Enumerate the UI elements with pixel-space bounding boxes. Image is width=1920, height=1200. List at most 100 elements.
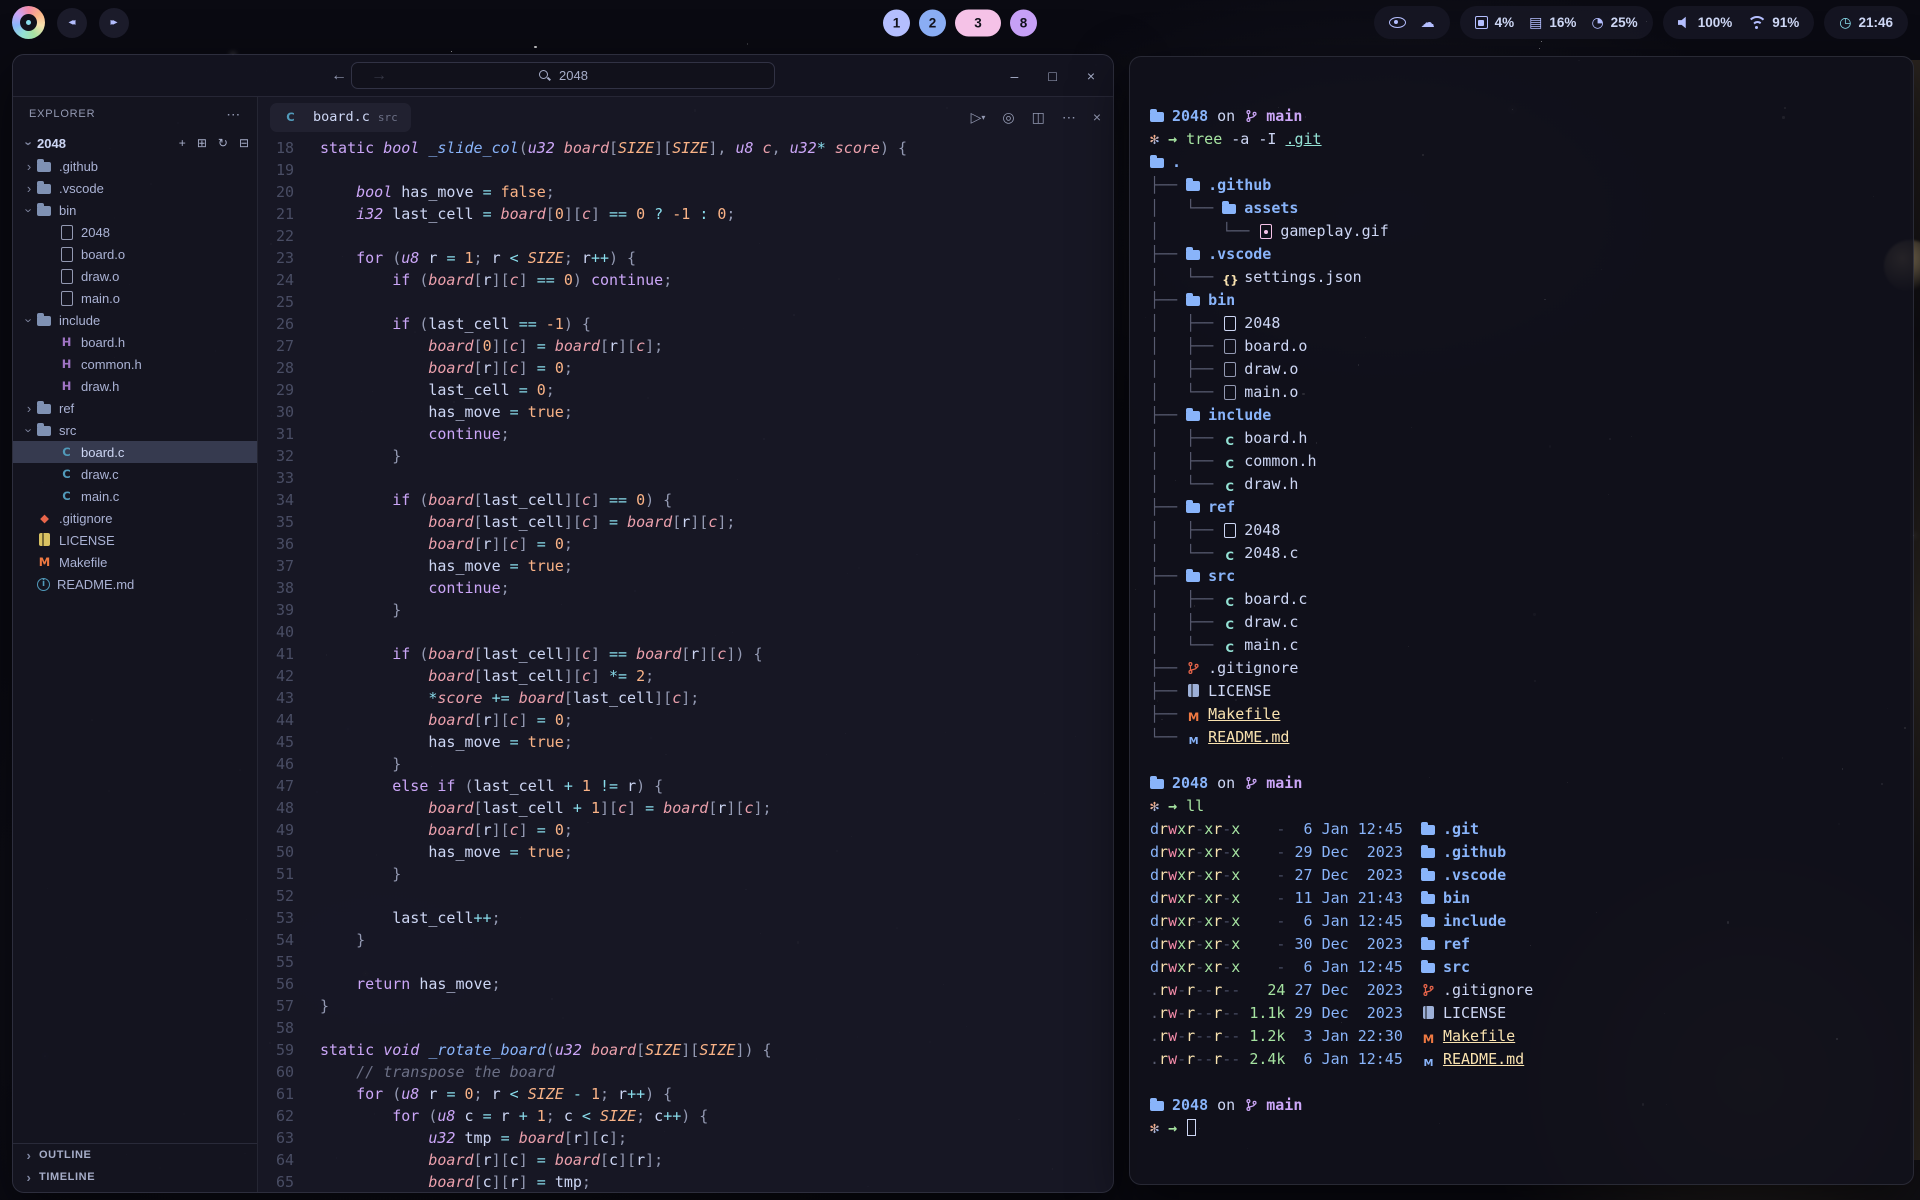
terminal-window[interactable]: 2048 on main✻ → tree -a -I .git.├── .git… <box>1129 56 1914 1185</box>
code-text: u32 tmp = board[r][c]; <box>320 1127 627 1149</box>
maximize-button[interactable]: □ <box>1048 68 1056 84</box>
explorer-item-board.h[interactable]: Hboard.h <box>13 331 257 353</box>
explorer-item-Makefile[interactable]: MMakefile <box>13 551 257 573</box>
explorer-item-main.c[interactable]: Cmain.c <box>13 485 257 507</box>
file-tree: ›.github›.vscode›bin2048board.odraw.omai… <box>13 155 257 1143</box>
wifi-module[interactable]: 91% <box>1747 15 1799 30</box>
explorer-item-label: README.md <box>57 577 134 592</box>
permission-char: - <box>1195 843 1204 861</box>
cpu-module[interactable]: 4% <box>1475 15 1515 30</box>
memory-module[interactable]: ▤ 16% <box>1529 15 1576 31</box>
workspace-pill-2[interactable]: 2 <box>919 9 946 36</box>
tree-connector: │ ├── <box>1150 429 1222 447</box>
code-line: 37 has_move = true; <box>258 555 1113 577</box>
chevron-down-icon: › <box>22 422 37 438</box>
file-date: 6 Jan 12:45 <box>1295 820 1403 838</box>
collapse-all-button[interactable]: ⊟ <box>239 136 249 150</box>
code-token: u8 <box>401 249 428 267</box>
code-token: ; <box>564 821 573 839</box>
code-token: = <box>645 799 663 817</box>
minimize-button[interactable]: – <box>1011 68 1019 84</box>
code-editor[interactable]: 18static bool _slide_col(u32 board[SIZE]… <box>258 137 1113 1192</box>
explorer-item-common.h[interactable]: Hcommon.h <box>13 353 257 375</box>
close-editor-button[interactable]: × <box>1093 109 1101 125</box>
line-number: 48 <box>258 797 320 819</box>
line-number: 56 <box>258 973 320 995</box>
workspace-pill-3[interactable]: 3 <box>955 9 1001 36</box>
permission-char: - <box>1231 1004 1240 1022</box>
vscode-titlebar[interactable]: ← → 2048 – □ × <box>13 55 1113 97</box>
new-file-button[interactable]: + <box>179 136 186 150</box>
clock-module[interactable]: ◷ 21:46 <box>1839 15 1893 31</box>
timeline-section[interactable]: › TIMELINE <box>13 1166 257 1188</box>
code-token: 0 <box>636 205 654 223</box>
explorer-item-draw.c[interactable]: Cdraw.c <box>13 463 257 485</box>
code-line: 25 <box>258 291 1113 313</box>
explorer-item-bin[interactable]: ›bin <box>13 199 257 221</box>
new-folder-button[interactable]: ⊞ <box>197 136 207 150</box>
explorer-item-README.md[interactable]: iREADME.md <box>13 573 257 595</box>
permission-char: r <box>1186 1050 1195 1068</box>
explorer-item-ref[interactable]: ›ref <box>13 397 257 419</box>
listing-entry-name: .git <box>1443 820 1479 838</box>
explorer-item-draw.o[interactable]: draw.o <box>13 265 257 287</box>
explorer-item-label: .github <box>59 159 98 174</box>
explorer-item-.github[interactable]: ›.github <box>13 155 257 177</box>
file-date: 29 Dec 2023 <box>1295 843 1403 861</box>
code-token: SIZE <box>600 1107 636 1125</box>
explorer-item-src[interactable]: ›src <box>13 419 257 441</box>
explorer-item-label: board.o <box>81 247 125 262</box>
explorer-root-folder[interactable]: › 2048 +⊞↻⊟ <box>13 131 257 155</box>
explorer-item-.vscode[interactable]: ›.vscode <box>13 177 257 199</box>
media-previous-button[interactable]: ◂◂ <box>57 8 87 38</box>
more-actions-button[interactable]: ⋯ <box>1062 109 1076 126</box>
code-token: c <box>564 1107 582 1125</box>
code-token: SIZE <box>645 1041 681 1059</box>
explorer-item-include[interactable]: ›include <box>13 309 257 331</box>
code-text: if (last_cell == -1) { <box>320 313 591 335</box>
code-token: + <box>564 777 582 795</box>
media-next-button[interactable]: ▸▸ <box>99 8 129 38</box>
tab-board-c[interactable]: C board.c src <box>270 103 411 132</box>
explorer-item-2048[interactable]: 2048 <box>13 221 257 243</box>
volume-module[interactable]: 100% <box>1678 15 1733 30</box>
launcher-button[interactable] <box>12 6 45 39</box>
split-editor-button[interactable]: ◫ <box>1032 109 1045 126</box>
tree-entry-name: LICENSE <box>1208 682 1271 700</box>
code-line: 41 if (board[last_cell][c] == board[r][c… <box>258 643 1113 665</box>
git-diamond-icon: ◆ <box>37 511 52 525</box>
run-button[interactable]: ▷▾ <box>971 109 986 126</box>
code-token: ][ <box>654 689 672 707</box>
command-center-search[interactable]: 2048 <box>351 62 775 89</box>
line-number: 21 <box>258 203 320 225</box>
workspace-pill-1[interactable]: 1 <box>883 9 910 36</box>
nav-back-button[interactable]: ← <box>331 67 347 85</box>
disk-module[interactable]: ◔ 25% <box>1591 15 1637 31</box>
line-number: 22 <box>258 225 320 247</box>
permission-char: x <box>1177 820 1186 838</box>
explorer-item-LICENSE[interactable]: LICENSE <box>13 529 257 551</box>
tree-entry-name: board.c <box>1244 590 1307 608</box>
code-token: ][ <box>564 645 582 663</box>
screen-toggle-module[interactable] <box>1389 17 1406 28</box>
explorer-item-main.o[interactable]: main.o <box>13 287 257 309</box>
code-text: board[r][c] = board[c][r]; <box>320 1149 663 1171</box>
tools-pill: ☁ <box>1374 6 1450 39</box>
gear-button[interactable]: ◎ <box>1002 109 1014 126</box>
explorer-item-board.o[interactable]: board.o <box>13 243 257 265</box>
outline-section[interactable]: › OUTLINE <box>13 1144 257 1166</box>
code-line: 61 for (u8 r = 0; r < SIZE - 1; r++) { <box>258 1083 1113 1105</box>
prompt-arrow-icon: → <box>1168 797 1186 815</box>
explorer-item-draw.h[interactable]: Hdraw.h <box>13 375 257 397</box>
refresh-button[interactable]: ↻ <box>218 136 228 150</box>
close-button[interactable]: × <box>1087 68 1095 84</box>
tree-entry-name: .github <box>1208 176 1271 194</box>
tree-output-row: └── MREADME.md <box>1150 726 1893 749</box>
code-token: ++ <box>474 909 492 927</box>
explorer-more-button[interactable]: ⋯ <box>226 106 241 123</box>
explorer-item-.gitignore[interactable]: ◆.gitignore <box>13 507 257 529</box>
explorer-item-board.c[interactable]: Cboard.c <box>13 441 257 463</box>
code-token <box>320 205 356 223</box>
weather-module[interactable]: ☁ <box>1421 15 1435 31</box>
workspace-pill-8[interactable]: 8 <box>1010 9 1037 36</box>
